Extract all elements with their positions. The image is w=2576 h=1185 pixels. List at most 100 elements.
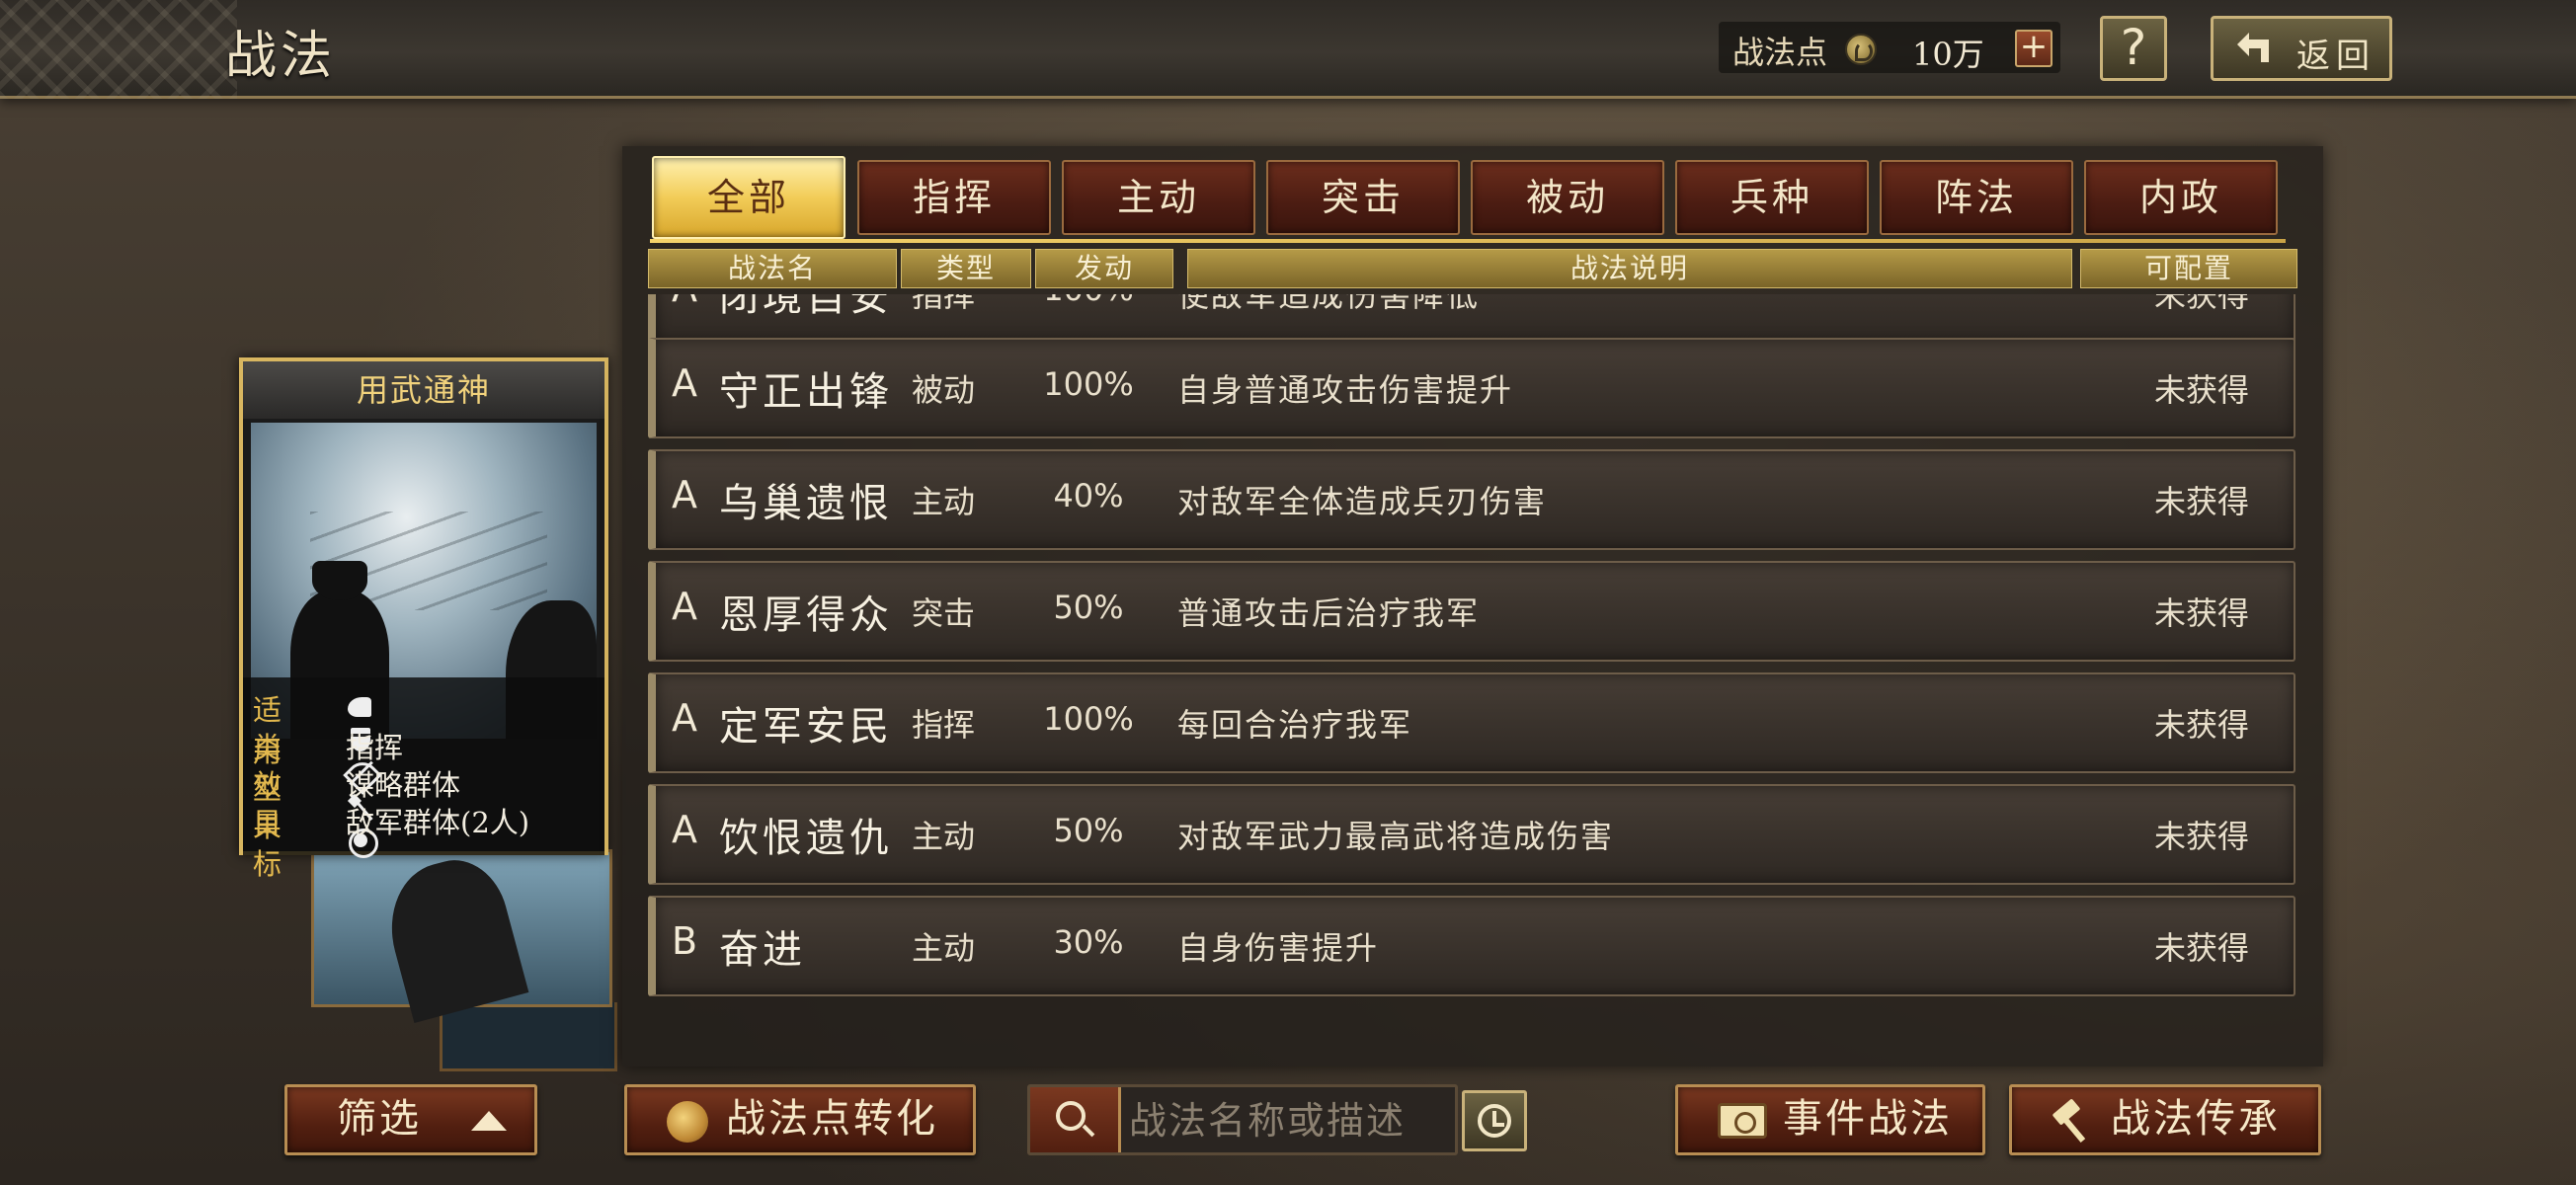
table-row[interactable]: A 守正出锋 被动 100% 自身普通攻击伤害提升 未获得 [648, 338, 2295, 438]
tactic-points-display: 战法点 10万 + [1719, 22, 2060, 73]
table-row[interactable]: A 乌巢遗恨 主动 40% 对敌军全体造成兵刃伤害 未获得 [648, 449, 2295, 550]
hammer-icon [2050, 1101, 2093, 1145]
row-rate: 30% [1053, 923, 1124, 961]
row-status: 未获得 [2153, 294, 2249, 314]
convert-points-button[interactable]: 战法点转化 [624, 1084, 976, 1155]
add-points-button[interactable]: + [2015, 30, 2053, 67]
row-type: 被动 [911, 371, 975, 409]
row-description: 自身普通攻击伤害提升 [1177, 371, 1514, 409]
row-rate: 40% [1053, 477, 1124, 514]
cavalry-icon [346, 691, 375, 721]
tactic-list[interactable]: A 闭境自安 指挥 100% 使敌军造成伤害降低 未获得 A 守正出锋 被动 1… [648, 294, 2299, 1055]
row-name: 守正出锋 [719, 369, 893, 415]
event-tactics-button[interactable]: 事件战法 [1675, 1084, 1985, 1155]
event-label: 事件战法 [1783, 1096, 1953, 1142]
back-button[interactable]: 返回 [2211, 16, 2392, 81]
row-name: 饮恨遗仇 [719, 816, 893, 861]
column-header-rate[interactable]: 发动 [1035, 249, 1173, 288]
tab-formation[interactable]: 阵法 [1880, 160, 2073, 235]
row-type: 指挥 [911, 294, 975, 314]
row-status: 未获得 [2153, 818, 2249, 855]
row-description: 普通攻击后治疗我军 [1177, 594, 1481, 632]
clock-hand [1492, 1123, 1504, 1127]
row-grade: A [672, 473, 697, 516]
row-grade: A [672, 585, 697, 628]
card-title: 用武通神 [243, 361, 604, 419]
search-input[interactable] [1129, 1091, 1451, 1150]
row-description: 自身伤害提升 [1177, 929, 1380, 967]
tab-all[interactable]: 全部 [652, 156, 845, 239]
row-type: 主动 [911, 483, 975, 520]
tab-passive[interactable]: 被动 [1471, 160, 1664, 235]
row-name: 奋进 [719, 927, 806, 973]
info-value: 谋略群体 [346, 768, 461, 802]
row-type: 主动 [911, 929, 975, 967]
page-title: 战法 [225, 27, 337, 86]
inherit-label: 战法传承 [2111, 1096, 2281, 1142]
row-description: 对敌军全体造成兵刃伤害 [1177, 483, 1548, 520]
card-info-panel: 适用 类型 指挥 效果 谋略群体 目标 敌军群体(2人) [243, 677, 604, 881]
search-button[interactable] [1030, 1087, 1121, 1152]
back-arrow-icon [2237, 33, 2269, 62]
tab-assault[interactable]: 突击 [1266, 160, 1460, 235]
search-icon [1056, 1101, 1086, 1131]
card-stack-middle [311, 849, 612, 1023]
tab-troop[interactable]: 兵种 [1675, 160, 1869, 235]
history-button[interactable] [1462, 1090, 1527, 1151]
row-grade: A [672, 696, 697, 740]
row-rate: 50% [1053, 812, 1124, 849]
tactic-list-panel: 全部 指挥 主动 突击 被动 兵种 阵法 内政 战法名 类型 发动 战法说明 可… [622, 146, 2323, 1066]
row-rate: 100% [1043, 700, 1134, 738]
row-status: 未获得 [2153, 594, 2249, 632]
general-silhouette [375, 849, 529, 1023]
row-name: 乌巢遗恨 [719, 481, 893, 526]
table-row[interactable]: B 奋进 主动 30% 自身伤害提升 未获得 [648, 896, 2295, 996]
row-rate: 50% [1053, 589, 1124, 626]
filter-button[interactable]: 筛选 [284, 1084, 537, 1155]
column-header-name[interactable]: 战法名 [648, 249, 897, 288]
info-value: 指挥 [346, 731, 404, 764]
row-name: 定军安民 [719, 704, 893, 750]
convert-label: 战法点转化 [726, 1096, 938, 1142]
tab-domestic[interactable]: 内政 [2084, 160, 2278, 235]
row-description: 使敌军造成伤害降低 [1177, 294, 1481, 314]
column-header-configurable[interactable]: 可配置 [2080, 249, 2297, 288]
row-rate: 100% [1019, 294, 1158, 308]
tab-underline [650, 239, 2286, 243]
tactic-point-coin-icon [1845, 34, 1877, 65]
tactic-inherit-button[interactable]: 战法传承 [2009, 1084, 2321, 1155]
info-value: 敌军群体(2人) [346, 806, 530, 839]
tab-active[interactable]: 主动 [1062, 160, 1255, 235]
row-rate: 100% [1043, 365, 1134, 403]
row-status: 未获得 [2153, 483, 2249, 520]
corner-pattern [0, 0, 237, 99]
filter-label: 筛选 [337, 1096, 422, 1142]
table-row[interactable]: A 定军安民 指挥 100% 每回合治疗我军 未获得 [648, 672, 2295, 773]
tactic-point-coin-icon [667, 1101, 708, 1143]
card-stack-back [440, 1002, 617, 1071]
unit-icons [346, 691, 387, 858]
row-status: 未获得 [2153, 371, 2249, 409]
row-name: 恩厚得众 [719, 592, 893, 638]
row-grade: A [672, 294, 697, 310]
tab-command[interactable]: 指挥 [857, 160, 1051, 235]
table-row[interactable]: A 恩厚得众 突击 50% 普通攻击后治疗我军 未获得 [648, 561, 2295, 662]
search-icon-handle [1082, 1124, 1095, 1138]
column-header-description: 战法说明 [1187, 249, 2072, 288]
info-key: 目标 [253, 806, 282, 881]
triangle-up-icon [471, 1111, 507, 1131]
help-button[interactable]: ? [2100, 16, 2167, 81]
column-header-type[interactable]: 类型 [901, 249, 1031, 288]
back-label: 返回 [2296, 37, 2375, 76]
row-type: 主动 [911, 818, 975, 855]
row-status: 未获得 [2153, 706, 2249, 744]
scroll-icon [1718, 1103, 1767, 1139]
row-description: 每回合治疗我军 [1177, 706, 1413, 744]
tactic-card[interactable]: 用武通神 适用 类型 指挥 效果 谋略群体 目标 敌军群体(2人) [239, 357, 608, 881]
points-value: 10万 [1912, 36, 1984, 73]
table-row[interactable]: A 饮恨遗仇 主动 50% 对敌军武力最高武将造成伤害 未获得 [648, 784, 2295, 885]
points-label: 战法点 [1732, 34, 1828, 71]
row-grade: B [672, 919, 698, 963]
top-bar: 战法 战法点 10万 + ? 返回 [0, 0, 2576, 99]
table-row[interactable]: A 闭境自安 指挥 100% 使敌军造成伤害降低 未获得 [648, 294, 2295, 344]
